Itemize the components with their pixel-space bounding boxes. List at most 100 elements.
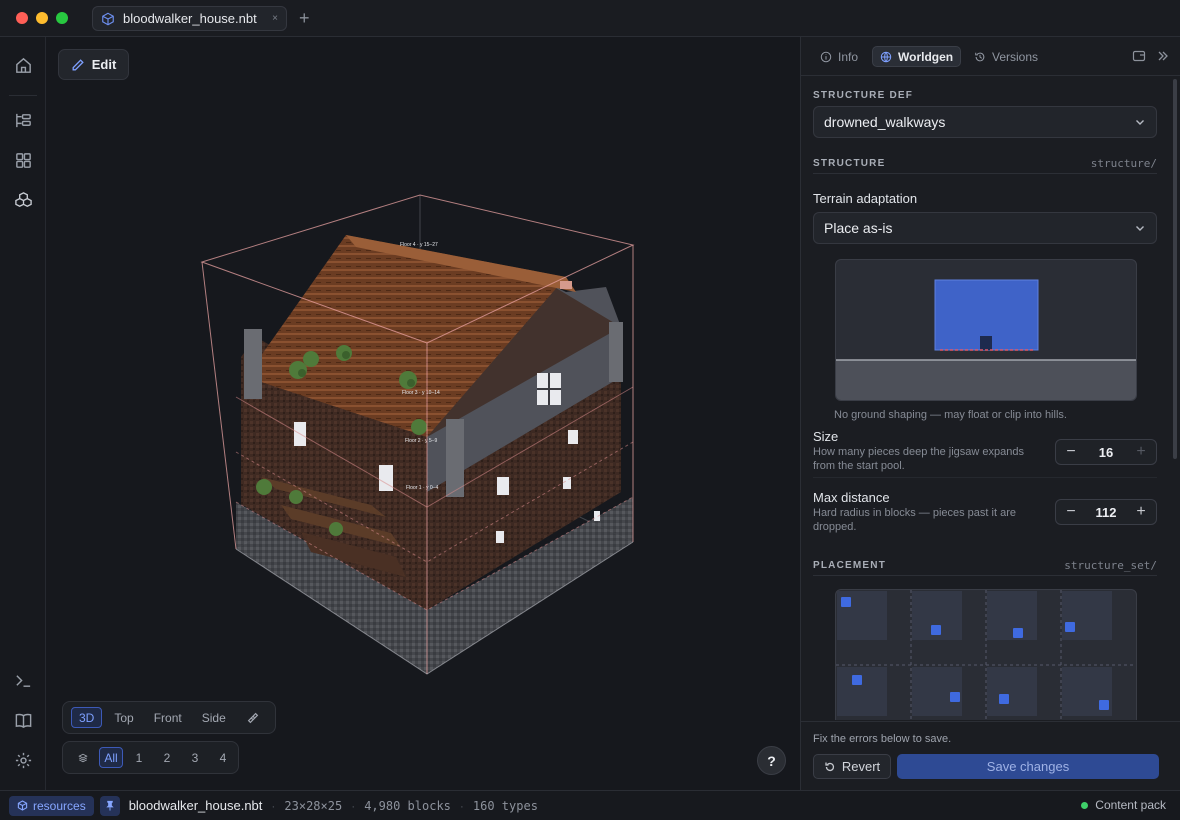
cube-icon xyxy=(102,12,114,25)
measure-tool-icon[interactable] xyxy=(238,707,268,728)
terrain-adaptation-label: Terrain adaptation xyxy=(813,191,918,206)
tab-close-icon[interactable]: × xyxy=(272,13,278,24)
cube-icon xyxy=(17,800,28,811)
help-button[interactable]: ? xyxy=(757,746,786,775)
tab-info-label: Info xyxy=(838,49,859,64)
maximize-window-button[interactable] xyxy=(56,12,68,24)
max-distance-stepper: − 112 + xyxy=(1055,499,1157,525)
size-help: How many pieces deep the jigsaw expands … xyxy=(813,446,1024,472)
minimize-window-button[interactable] xyxy=(36,12,48,24)
placement-heading: PLACEMENT xyxy=(813,560,887,571)
view-mode-bar: 3D Top Front Side xyxy=(62,701,276,734)
size-stepper: − 16 + xyxy=(1055,439,1157,465)
pin-icon[interactable] xyxy=(99,795,120,816)
close-window-button[interactable] xyxy=(16,12,28,24)
floor-label-2: Floor 2 · y 5–9 xyxy=(405,438,437,444)
size-label: Size xyxy=(813,429,839,444)
max-distance-value[interactable]: 112 xyxy=(1086,505,1126,520)
status-ok-dot xyxy=(1081,801,1089,809)
history-icon xyxy=(975,52,985,61)
layer-filter-bar: All 1 2 3 4 xyxy=(62,741,239,774)
worldgen-form: STRUCTURE DEF drowned_walkways STRUCTURE… xyxy=(813,77,1159,720)
view-3d-button[interactable]: 3D xyxy=(71,707,103,728)
panel-tabs: Info Worldgen Versions xyxy=(801,37,1180,76)
globe-icon xyxy=(880,51,892,62)
structure-def-value: drowned_walkways xyxy=(824,114,946,130)
status-file-name: bloodwalker_house.nbt xyxy=(128,798,263,813)
terrain-adaptation-value: Place as-is xyxy=(824,220,893,236)
resources-chip[interactable]: resources xyxy=(9,795,94,816)
placement-path: structure_set/ xyxy=(1064,559,1157,572)
chevron-down-icon xyxy=(1136,226,1144,231)
separator: · xyxy=(351,798,356,813)
grid-icon[interactable] xyxy=(12,149,34,171)
pencil-icon xyxy=(72,58,84,70)
panel-scrollbar[interactable] xyxy=(1173,79,1177,459)
layer-all-button[interactable]: All xyxy=(99,747,123,768)
structure-def-heading: STRUCTURE DEF xyxy=(813,90,914,101)
tab-worldgen[interactable]: Worldgen xyxy=(872,46,962,67)
structure-viewport[interactable]: Floor 4 · y 15–27 Floor 3 · y 10–14 Floo… xyxy=(46,37,800,790)
new-tab-button[interactable]: + xyxy=(299,8,310,28)
structure-path: structure/ xyxy=(1090,157,1157,170)
layer-1-button[interactable]: 1 xyxy=(127,747,151,768)
view-front-button[interactable]: Front xyxy=(146,707,190,728)
settings-gear-icon[interactable] xyxy=(12,749,34,771)
resources-label: resources xyxy=(33,798,86,813)
content-pack-label: Content pack xyxy=(1095,798,1166,812)
panel-footer: Fix the errors below to save. Revert Sav… xyxy=(801,721,1180,790)
save-error-message: Fix the errors below to save. xyxy=(813,733,952,745)
edit-button[interactable]: Edit xyxy=(58,49,129,80)
terrain-preview xyxy=(835,259,1137,401)
blocks-icon[interactable] xyxy=(12,189,34,211)
size-decrement-button[interactable]: − xyxy=(1056,440,1086,464)
chevron-down-icon xyxy=(1136,120,1144,125)
tab-versions-label: Versions xyxy=(992,49,1039,64)
max-distance-increment-button[interactable]: + xyxy=(1126,500,1156,524)
book-icon[interactable] xyxy=(12,709,34,731)
revert-label: Revert xyxy=(841,759,881,774)
popout-icon[interactable] xyxy=(1131,48,1147,64)
revert-button[interactable]: Revert xyxy=(813,754,891,779)
max-distance-label: Max distance xyxy=(813,490,890,505)
info-icon xyxy=(820,51,832,62)
terminal-icon[interactable] xyxy=(12,669,34,691)
layer-3-button[interactable]: 3 xyxy=(183,747,207,768)
tab-title: bloodwalker_house.nbt xyxy=(123,11,257,26)
status-block-count: 4,980 blocks xyxy=(364,798,451,813)
status-type-count: 160 types xyxy=(472,798,538,813)
view-top-button[interactable]: Top xyxy=(106,707,141,728)
separator: · xyxy=(271,798,276,813)
save-changes-button[interactable]: Save changes xyxy=(897,754,1159,779)
terrain-help: No ground shaping — may float or clip in… xyxy=(834,409,1067,421)
undo-icon xyxy=(825,762,834,771)
floor-label-4: Floor 4 · y 15–27 xyxy=(400,242,438,248)
placement-grid-preview xyxy=(835,589,1137,720)
size-increment-button[interactable]: + xyxy=(1126,440,1156,464)
activity-bar xyxy=(0,37,46,790)
view-side-button[interactable]: Side xyxy=(194,707,234,728)
collapse-panel-icon[interactable] xyxy=(1155,48,1171,64)
separator: · xyxy=(459,798,464,813)
structure-def-select[interactable]: drowned_walkways xyxy=(813,106,1157,138)
tab-worldgen-label: Worldgen xyxy=(898,49,954,64)
layer-2-button[interactable]: 2 xyxy=(155,747,179,768)
inspector-panel: Info Worldgen Versions STRUCTURE DEF dro… xyxy=(800,37,1180,790)
home-icon[interactable] xyxy=(12,54,34,76)
tab-info[interactable]: Info xyxy=(813,46,865,67)
terrain-adaptation-select[interactable]: Place as-is xyxy=(813,212,1157,244)
floor-label-1: Floor 1 · y 0–4 xyxy=(406,485,438,491)
layer-4-button[interactable]: 4 xyxy=(211,747,235,768)
structure-render[interactable]: Floor 4 · y 15–27 Floor 3 · y 10–14 Floo… xyxy=(46,37,800,790)
size-value[interactable]: 16 xyxy=(1086,445,1126,460)
tree-icon[interactable] xyxy=(12,109,34,131)
edit-label: Edit xyxy=(91,57,117,72)
tab-versions[interactable]: Versions xyxy=(967,46,1045,67)
layers-icon xyxy=(71,747,95,768)
status-bar: resources bloodwalker_house.nbt · 23×28×… xyxy=(0,790,1180,820)
status-dimensions: 23×28×25 xyxy=(284,798,343,813)
max-distance-decrement-button[interactable]: − xyxy=(1056,500,1086,524)
file-tab[interactable]: bloodwalker_house.nbt × xyxy=(92,6,287,31)
content-pack-status[interactable]: Content pack xyxy=(1081,798,1166,812)
structure-heading: STRUCTURE xyxy=(813,158,886,169)
